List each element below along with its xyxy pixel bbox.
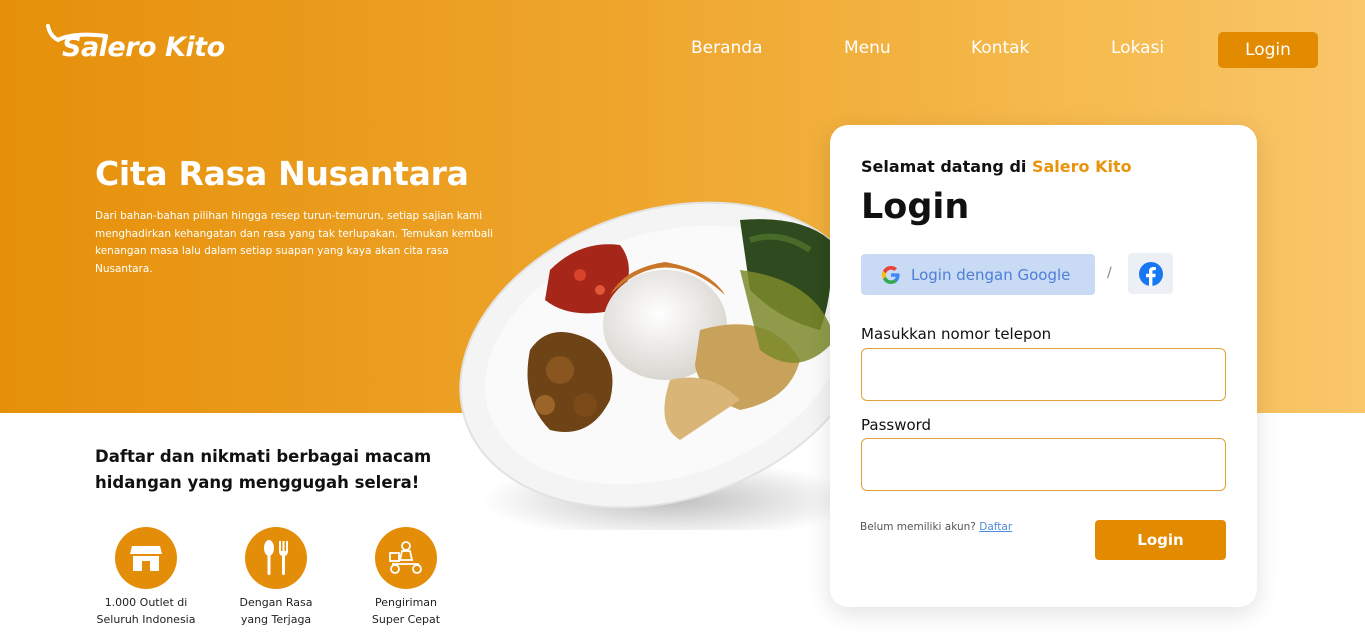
nav-item-beranda[interactable]: Beranda (691, 38, 763, 58)
welcome-prefix: Selamat datang di (861, 157, 1027, 176)
hero-title: Cita Rasa Nusantara (95, 154, 469, 193)
feature-taste-line2: yang Terjaga (240, 613, 312, 626)
nav-item-menu[interactable]: Menu (844, 38, 891, 58)
google-login-label: Login dengan Google (911, 265, 1071, 284)
signup-prompt: Belum memiliki akun? Daftar (860, 521, 1012, 533)
food-plate-image (440, 200, 871, 540)
feature-delivery-line1: Pengiriman (374, 596, 438, 609)
store-icon (115, 527, 177, 589)
feature-outlets-line2: Seluruh Indonesia (96, 613, 196, 626)
google-icon (882, 265, 900, 284)
nav-item-lokasi[interactable]: Lokasi (1111, 38, 1164, 58)
brand-name: Salero Kito (62, 32, 225, 63)
promo-tagline: Daftar dan nikmati berbagai macam hidang… (95, 447, 432, 492)
delivery-scooter-icon (375, 527, 437, 589)
phone-label: Masukkan nomor telepon (861, 325, 1052, 343)
brand-logo[interactable]: Salero Kito (44, 22, 234, 72)
login-submit-button[interactable]: Login (1095, 520, 1226, 560)
facebook-login-button[interactable] (1128, 253, 1173, 294)
feature-taste-line1: Dengan Rasa (239, 596, 313, 609)
utensils-icon (245, 527, 307, 589)
password-input[interactable] (861, 438, 1226, 491)
signup-link[interactable]: Daftar (979, 521, 1012, 533)
feature-delivery: Pengiriman Super Cepat (341, 527, 471, 628)
signup-prompt-text: Belum memiliki akun? (860, 521, 976, 533)
feature-taste: Dengan Rasa yang Terjaga (211, 527, 341, 628)
login-card: Selamat datang di Salero Kito Login Logi… (830, 125, 1257, 607)
phone-input[interactable] (861, 348, 1226, 401)
nav-item-kontak[interactable]: Kontak (971, 38, 1029, 58)
login-method-separator: / (1107, 265, 1112, 281)
login-title: Login (861, 187, 970, 227)
feature-outlets: 1.000 Outlet di Seluruh Indonesia (81, 527, 211, 628)
welcome-heading: Selamat datang di Salero Kito (861, 157, 1132, 176)
feature-delivery-line2: Super Cepat (371, 613, 441, 626)
hero-description: Dari bahan-bahan pilihan hingga resep tu… (95, 210, 494, 275)
password-label: Password (861, 416, 932, 434)
nav-login-button[interactable]: Login (1218, 32, 1318, 68)
welcome-brand: Salero Kito (1031, 157, 1132, 176)
google-login-button[interactable]: Login dengan Google (861, 254, 1095, 295)
feature-outlets-line1: 1.000 Outlet di (104, 596, 188, 609)
facebook-icon (1138, 261, 1163, 286)
